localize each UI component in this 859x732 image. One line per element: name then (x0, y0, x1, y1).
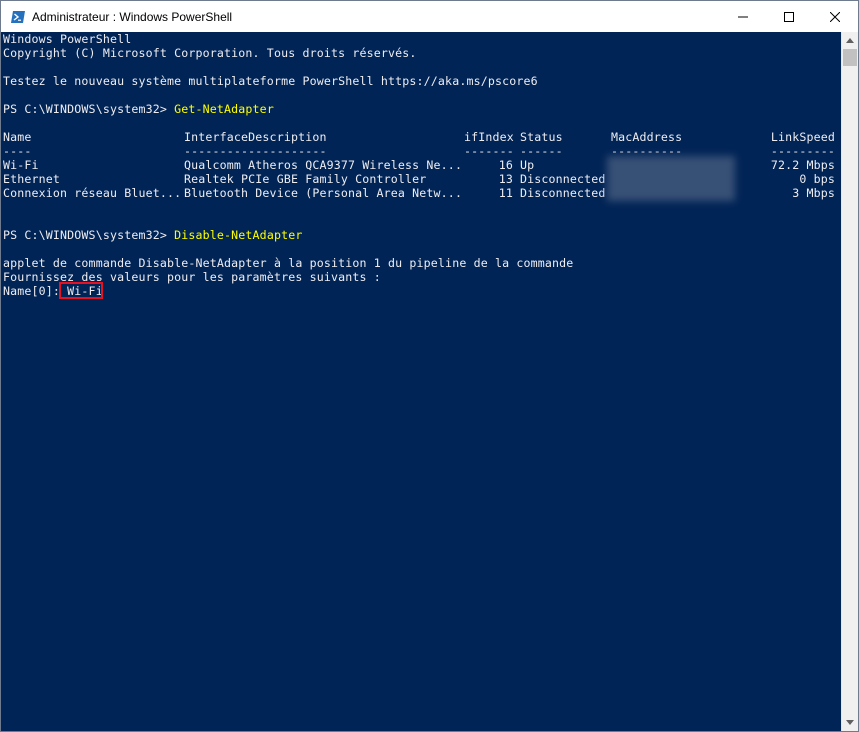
powershell-icon (11, 10, 25, 23)
minimize-icon (738, 16, 748, 17)
separator: ---- (3, 144, 32, 158)
row-name: Ethernet (3, 172, 61, 186)
powershell-window: Administrateur : Windows PowerShell Wind… (0, 0, 859, 732)
input-label: Name[0]: (3, 284, 68, 298)
mac-address-redaction (607, 156, 735, 201)
row-status: Disconnected (520, 172, 606, 186)
row-description: Realtek PCIe GBE Family Controller (184, 172, 427, 186)
row-description: Qualcomm Atheros QCA9377 Wireless Ne... (184, 158, 463, 172)
prompt: PS C:\WINDOWS\system32> (3, 102, 175, 116)
row-status: Up (520, 158, 535, 172)
header-linkspeed: LinkSpeed (770, 130, 835, 144)
row-linkspeed: 72.2 Mbps (770, 158, 835, 172)
command-text: Get-NetAdapter (174, 102, 274, 116)
title-bar[interactable]: Administrateur : Windows PowerShell (1, 1, 858, 32)
row-linkspeed: 3 Mbps (792, 186, 835, 200)
close-icon (830, 11, 840, 22)
close-button[interactable] (812, 1, 858, 32)
maximize-icon (784, 11, 794, 22)
separator: ------ (520, 144, 563, 158)
row-name: Wi-Fi (3, 158, 39, 172)
row-linkspeed: 0 bps (799, 172, 835, 186)
row-ifindex: 16 (498, 158, 513, 172)
row-description: Bluetooth Device (Personal Area Netw... (184, 186, 463, 200)
scroll-down-button[interactable] (842, 714, 858, 731)
row-ifindex: 13 (498, 172, 513, 186)
input-highlight-box (59, 282, 103, 299)
prompt-line: PS C:\WINDOWS\system32> Disable-NetAdapt… (3, 228, 302, 242)
minimize-button[interactable] (720, 1, 766, 32)
vertical-scrollbar[interactable] (841, 32, 858, 731)
copyright-line: Copyright (C) Microsoft Corporation. Tou… (3, 46, 417, 60)
header-ifindex: ifIndex (464, 130, 514, 144)
scroll-thumb[interactable] (843, 49, 857, 66)
separator: ------- (464, 144, 514, 158)
chevron-up-icon (846, 38, 854, 43)
console-output[interactable]: Windows PowerShell Copyright (C) Microso… (1, 32, 841, 731)
separator: --------- (770, 144, 835, 158)
command-text: Disable-NetAdapter (174, 228, 303, 242)
row-status: Disconnected (520, 186, 606, 200)
header-name: Name (3, 130, 32, 144)
row-ifindex: 11 (498, 186, 513, 200)
separator: -------------------- (184, 144, 327, 158)
pscore-line: Testez le nouveau système multiplateform… (3, 74, 538, 88)
header-status: Status (520, 130, 563, 144)
window-title: Administrateur : Windows PowerShell (32, 9, 233, 24)
row-name: Connexion réseau Bluet... (3, 186, 182, 200)
maximize-button[interactable] (766, 1, 812, 32)
intro-line: Windows PowerShell (3, 32, 132, 46)
scroll-up-button[interactable] (842, 32, 858, 49)
prompt: PS C:\WINDOWS\system32> (3, 228, 175, 242)
prompt-line: PS C:\WINDOWS\system32> Get-NetAdapter (3, 102, 274, 116)
header-macaddress: MacAddress (611, 130, 683, 144)
chevron-down-icon (846, 720, 854, 725)
cmdlet-message: applet de commande Disable-NetAdapter à … (3, 256, 574, 270)
header-description: InterfaceDescription (184, 130, 327, 144)
